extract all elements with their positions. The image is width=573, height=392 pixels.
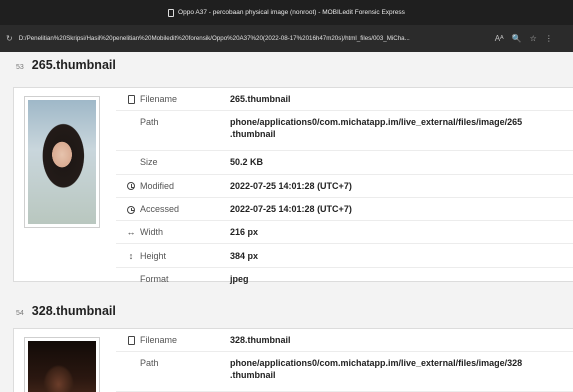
property-row-accessed: Accessed 2022-07-25 14:01:28 (UTC+7) xyxy=(116,198,573,222)
file-properties-table: Filename 265.thumbnail Path phone/applic… xyxy=(116,88,573,291)
item-index: 53 xyxy=(16,64,24,71)
property-row-modified: Modified 2022-07-25 14:01:28 (UTC+7) xyxy=(116,175,573,198)
path-line-2: .thumbnail xyxy=(230,129,276,140)
path-line-1: phone/applications0/com.michatapp.im/liv… xyxy=(230,358,523,369)
thumbnail-image[interactable] xyxy=(28,100,96,224)
item-header: 54 328.thumbnail xyxy=(16,304,116,318)
report-content: 53 265.thumbnail Filename 265.thumbnail … xyxy=(0,52,573,392)
property-value: 216 px xyxy=(230,227,259,238)
favorite-star-icon[interactable]: ☆ xyxy=(530,34,537,43)
property-label: Path xyxy=(140,358,159,369)
file-card: Filename 265.thumbnail Path phone/applic… xyxy=(13,87,573,284)
property-value: 2022-07-25 14:01:28 (UTC+7) xyxy=(230,204,352,215)
item-index: 54 xyxy=(16,310,24,317)
thumbnail-frame[interactable] xyxy=(24,96,100,228)
clock-icon xyxy=(126,204,136,214)
property-label: Path xyxy=(140,117,159,128)
property-row-path: Path phone/applications0/com.michatapp.i… xyxy=(116,352,573,392)
url-text[interactable]: D:/Penelitian%20Skripsi/Hasil%20peneliti… xyxy=(19,35,489,42)
property-value: jpeg xyxy=(230,274,249,285)
property-value: 50.2 KB xyxy=(230,157,264,168)
property-value: 384 px xyxy=(230,250,259,261)
property-label: Height xyxy=(140,250,167,261)
property-label: Size xyxy=(140,157,158,168)
document-icon xyxy=(168,8,175,17)
thumbnail-frame[interactable] xyxy=(24,337,100,392)
item-header: 53 265.thumbnail xyxy=(16,58,116,72)
property-label: Modified xyxy=(140,180,175,191)
property-value: phone/applications0/com.michatapp.im/liv… xyxy=(230,357,522,381)
property-row-format: Format jpeg xyxy=(116,268,573,291)
property-row-filename: Filename 265.thumbnail xyxy=(116,88,573,112)
file-icon xyxy=(126,94,136,105)
thumbnail-image[interactable] xyxy=(28,341,96,392)
property-label: Format xyxy=(140,274,169,285)
property-row-height: ↕ Height 384 px xyxy=(116,244,573,268)
property-value: 265.thumbnail xyxy=(230,94,291,105)
more-menu-icon[interactable]: ⋮ xyxy=(545,34,553,43)
browser-address-bar[interactable]: ↻ D:/Penelitian%20Skripsi/Hasil%20peneli… xyxy=(0,25,573,52)
path-line-2: .thumbnail xyxy=(230,370,276,381)
reader-mode-icon[interactable]: Aᴬ xyxy=(495,34,504,43)
reload-icon[interactable]: ↻ xyxy=(6,34,13,43)
file-icon xyxy=(126,335,136,346)
property-row-filename: Filename 328.thumbnail xyxy=(116,329,573,353)
window-title: Oppo A37 - percobaan physical image (non… xyxy=(178,9,405,16)
property-value: 328.thumbnail xyxy=(230,335,291,346)
property-row-size: Size 50.2 KB xyxy=(116,151,573,175)
property-value: phone/applications0/com.michatapp.im/liv… xyxy=(230,116,522,140)
file-properties-table: Filename 328.thumbnail Path phone/applic… xyxy=(116,329,573,392)
property-label: Accessed xyxy=(140,204,180,215)
height-arrow-icon: ↕ xyxy=(128,250,134,261)
item-title: 328.thumbnail xyxy=(31,304,116,318)
width-arrow-icon: ↔ xyxy=(126,227,136,238)
property-label: Filename xyxy=(140,94,178,105)
path-line-1: phone/applications0/com.michatapp.im/liv… xyxy=(230,117,523,128)
item-title: 265.thumbnail xyxy=(31,58,116,72)
property-row-path: Path phone/applications0/com.michatapp.i… xyxy=(116,111,573,152)
property-label: Width xyxy=(140,227,164,238)
file-card: Filename 328.thumbnail Path phone/applic… xyxy=(13,328,573,392)
property-value: 2022-07-25 14:01:28 (UTC+7) xyxy=(230,180,352,191)
zoom-icon[interactable]: 🔍 xyxy=(512,34,522,43)
property-label: Filename xyxy=(140,335,178,346)
property-row-width: ↔ Width 216 px xyxy=(116,221,573,245)
clock-icon xyxy=(126,181,136,191)
window-titlebar: Oppo A37 - percobaan physical image (non… xyxy=(0,0,573,25)
